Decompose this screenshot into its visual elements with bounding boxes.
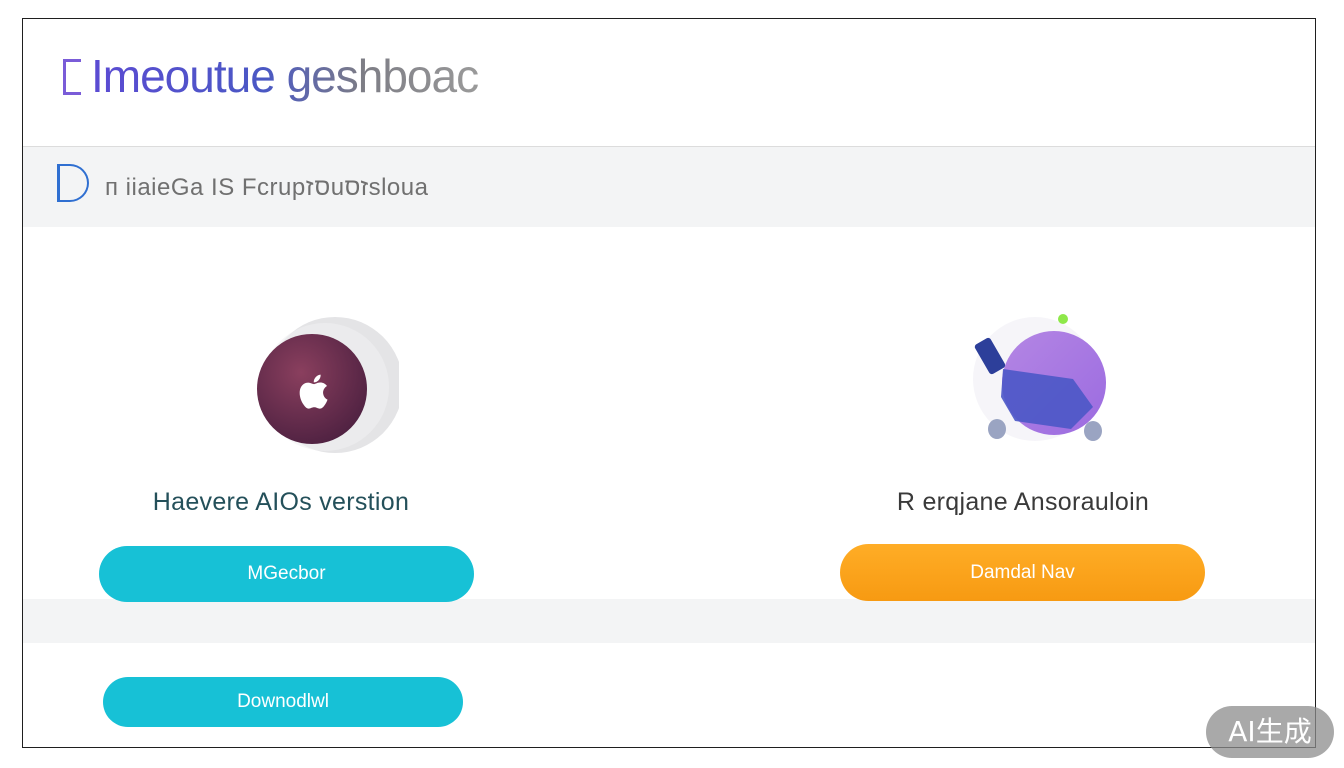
subheader-text: п iiaieGa IS Fcrupסזuזסsloua [105, 174, 429, 201]
right-card-button-label: Damdal Nav [970, 562, 1075, 583]
app-window: Imeoutue geshboac п iiaieGa IS Fcrupסזuז… [22, 18, 1316, 748]
right-card-label: R erqjane Ansorauloin [896, 488, 1150, 516]
download-button-label: Downodlwl [237, 691, 329, 712]
download-button[interactable]: Downodlwl [103, 677, 463, 727]
left-card-button-label: MGecbor [247, 563, 326, 584]
left-card-button[interactable]: MGecbor [99, 546, 474, 602]
divider-band [23, 599, 1315, 643]
paint-brush-icon [973, 314, 1106, 441]
subheader-bar: п iiaieGa IS Fcrupסזuזסsloua [23, 147, 1315, 227]
logo-icon [63, 59, 81, 95]
apple-logo-icon [257, 317, 399, 453]
left-card-label: Haevere AIOs verstion [152, 488, 410, 516]
right-card-button[interactable]: Damdal Nav [840, 544, 1205, 601]
d-shape-icon [57, 164, 89, 202]
page-header: Imeoutue geshboac [23, 19, 1315, 147]
page-title: Imeoutue geshboac [91, 50, 479, 102]
ai-generated-badge: AI生成 [1206, 706, 1334, 758]
